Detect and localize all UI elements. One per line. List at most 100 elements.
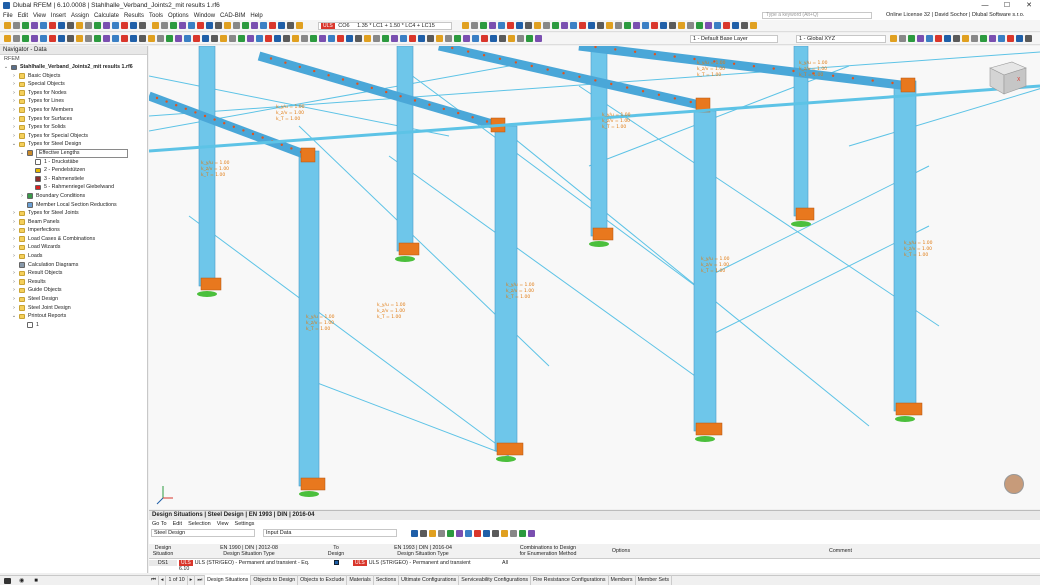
toolbar-button[interactable] — [561, 22, 568, 29]
toolbar-button[interactable] — [220, 35, 227, 42]
toolbar-button[interactable] — [67, 35, 74, 42]
structure-3d-view[interactable]: k_y/u = 1.00k_z/v = 1.00k_T = 1.00k_y/u … — [149, 46, 1040, 509]
cell-to-design[interactable] — [321, 560, 351, 567]
toolbar-button[interactable] — [85, 35, 92, 42]
toolbar-button[interactable] — [438, 530, 445, 537]
tab-materials[interactable]: Materials — [347, 575, 374, 585]
toolbar-button[interactable] — [481, 35, 488, 42]
navigator-item[interactable]: › Result Objects — [0, 269, 147, 278]
toolbar-button[interactable] — [265, 35, 272, 42]
navigator-item[interactable]: › Load Cases & Combinations — [0, 235, 147, 244]
toolbar-button[interactable] — [103, 22, 110, 29]
toolbar-button[interactable] — [242, 22, 249, 29]
toolbar-button[interactable] — [971, 35, 978, 42]
toolbar-button[interactable] — [188, 22, 195, 29]
toolbar-button[interactable] — [13, 22, 20, 29]
toolbar-button[interactable] — [420, 530, 427, 537]
toolbar-button[interactable] — [233, 22, 240, 29]
expand-icon[interactable]: › — [11, 226, 17, 235]
toolbar-button[interactable] — [472, 35, 479, 42]
toolbar-button[interactable] — [989, 35, 996, 42]
toolbar-button[interactable] — [660, 22, 667, 29]
toolbar-button[interactable] — [175, 35, 182, 42]
navigator-item[interactable]: ⌄ Printout Reports — [0, 312, 147, 321]
toolbar-button[interactable] — [543, 22, 550, 29]
toolbar-button[interactable] — [76, 35, 83, 42]
toolbar-button[interactable] — [517, 35, 524, 42]
toolbar-button[interactable] — [445, 35, 452, 42]
toolbar-button[interactable] — [588, 22, 595, 29]
navigator-item[interactable]: › Steel Joint Design — [0, 304, 147, 313]
navigator-item[interactable]: › Steel Design — [0, 295, 147, 304]
toolbar-button[interactable] — [705, 22, 712, 29]
toolbar-button[interactable] — [651, 22, 658, 29]
toolbar-button[interactable] — [483, 530, 490, 537]
expand-icon[interactable]: › — [11, 97, 17, 106]
toolbar-button[interactable] — [202, 35, 209, 42]
toolbar-button[interactable] — [429, 530, 436, 537]
navigator-item[interactable]: › Types for Solids — [0, 123, 147, 132]
load-combination-select[interactable]: ULS CO6 1.35 * LC1 + 1.50 * LC4 + LC15 — [318, 22, 452, 30]
toolbar-button[interactable] — [507, 22, 514, 29]
navigator-item[interactable]: 2 - Pendelstützen — [0, 166, 147, 175]
toolbar-button[interactable] — [471, 22, 478, 29]
toolbar-button[interactable] — [516, 22, 523, 29]
panel-menu-edit[interactable]: Edit — [173, 520, 182, 528]
toolbar-button[interactable] — [508, 35, 515, 42]
toolbar-button[interactable] — [926, 35, 933, 42]
navigator-item[interactable]: 1 - Druckstäbe — [0, 158, 147, 167]
tab-serviceability-configurations[interactable]: Serviceability Configurations — [459, 575, 532, 585]
expand-icon[interactable]: › — [11, 295, 17, 304]
toolbar-button[interactable] — [526, 35, 533, 42]
menu-assign[interactable]: Assign — [71, 13, 89, 19]
expand-icon[interactable]: › — [11, 80, 17, 89]
toolbar-button[interactable] — [535, 35, 542, 42]
toolbar-button[interactable] — [184, 35, 191, 42]
toolbar-button[interactable] — [624, 22, 631, 29]
menu-calculate[interactable]: Calculate — [94, 13, 119, 19]
navigator-item[interactable]: › Results — [0, 278, 147, 287]
menu-edit[interactable]: Edit — [18, 13, 28, 19]
toolbar-button[interactable] — [224, 22, 231, 29]
toolbar-button[interactable] — [139, 35, 146, 42]
toolbar-button[interactable] — [94, 22, 101, 29]
toolbar-button[interactable] — [552, 22, 559, 29]
panel-menu-goto[interactable]: Go To — [152, 520, 167, 528]
menu-results[interactable]: Results — [124, 13, 144, 19]
toolbar-button[interactable] — [85, 22, 92, 29]
expand-icon[interactable]: › — [11, 252, 17, 261]
menu-tools[interactable]: Tools — [149, 13, 163, 19]
toolbar-button[interactable] — [1016, 35, 1023, 42]
toolbar-button[interactable] — [22, 35, 29, 42]
search-input[interactable]: Type a keyword (Alt+Q) — [762, 12, 872, 19]
navigator-item[interactable]: ⌄ Stahlhalle_Verband_Joints2_mit results … — [0, 63, 147, 72]
toolbar-button[interactable] — [917, 35, 924, 42]
toolbar-button[interactable] — [615, 22, 622, 29]
tab-ultimate-configurations[interactable]: Ultimate Configurations — [399, 575, 460, 585]
toolbar-button[interactable] — [148, 35, 155, 42]
toolbar-button[interactable] — [953, 35, 960, 42]
toolbar-button[interactable] — [130, 22, 137, 29]
toolbar-button[interactable] — [346, 35, 353, 42]
collapse-icon[interactable]: ⌄ — [11, 140, 17, 149]
expand-icon[interactable]: › — [11, 106, 17, 115]
expand-icon[interactable]: › — [11, 72, 17, 81]
toolbar-button[interactable] — [283, 35, 290, 42]
toolbar-button[interactable] — [292, 35, 299, 42]
navigator-item[interactable]: › Types for Lines — [0, 97, 147, 106]
toolbar-button[interactable] — [723, 22, 730, 29]
expand-icon[interactable]: › — [11, 209, 17, 218]
toolbar-button[interactable] — [49, 35, 56, 42]
toolbar-button[interactable] — [31, 22, 38, 29]
panel-menu-view[interactable]: View — [217, 520, 229, 528]
toolbar-button[interactable] — [669, 22, 676, 29]
toolbar-button[interactable] — [193, 35, 200, 42]
expand-icon[interactable]: › — [11, 235, 17, 244]
toolbar-button[interactable] — [687, 22, 694, 29]
navigator-item[interactable]: Member Local Section Reductions — [0, 201, 147, 210]
expand-icon[interactable]: › — [11, 286, 17, 295]
tab-member-sets[interactable]: Member Sets — [636, 575, 673, 585]
toolbar-button[interactable] — [319, 35, 326, 42]
tab-sections[interactable]: Sections — [374, 575, 400, 585]
toolbar-button[interactable] — [1025, 35, 1032, 42]
